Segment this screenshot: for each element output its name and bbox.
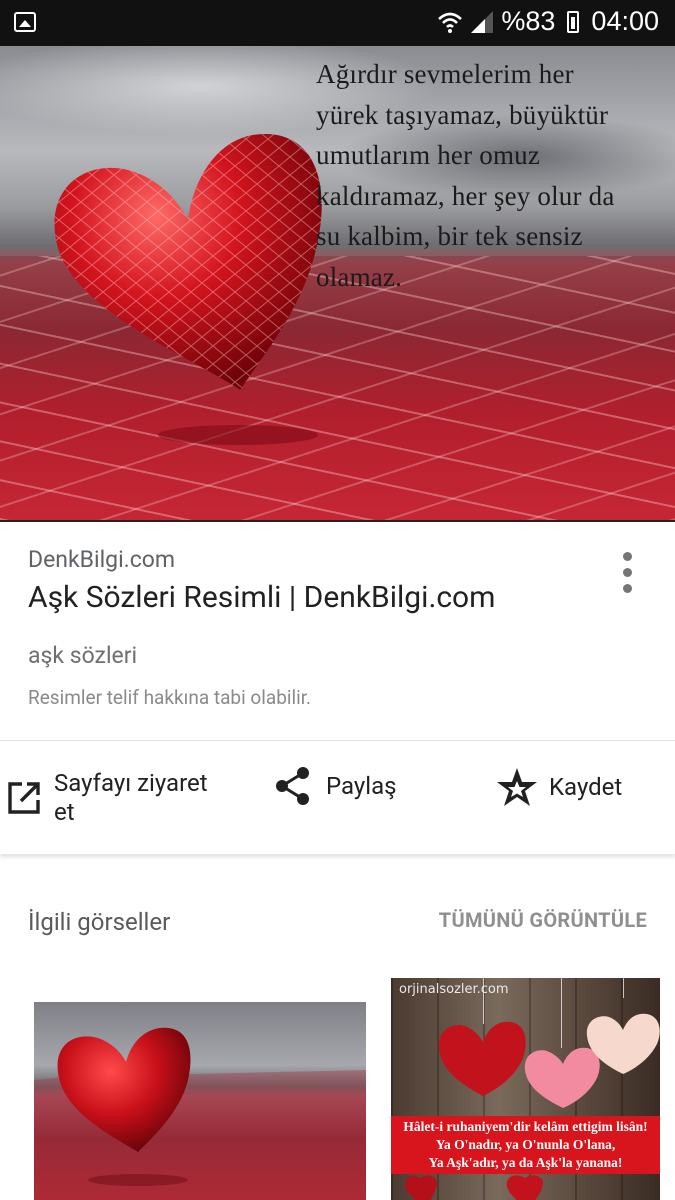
red-heart-image xyxy=(54,133,322,445)
source-site[interactable]: DenkBilgi.com xyxy=(28,546,175,573)
view-all-link[interactable]: TÜMÜNÜ GÖRÜNTÜLE xyxy=(439,908,647,932)
related-images-section: İlgili görseller TÜMÜNÜ GÖRÜNTÜLE orjina… xyxy=(0,866,675,1200)
related-images-title: İlgili görseller xyxy=(28,908,171,936)
status-right: %83 04:00 xyxy=(437,6,659,37)
save-button[interactable]: Kaydet xyxy=(495,766,622,808)
thumb2-caption: Hâlet-i ruhaniyem'dir kelâm ettigim lisâ… xyxy=(391,1116,660,1174)
preview-image[interactable]: Ağırdır sevmelerim her yürek taşıyamaz, … xyxy=(0,46,675,520)
share-label: Paylaş xyxy=(326,772,397,800)
visit-label-line2: et xyxy=(54,798,75,826)
result-description: aşk sözleri xyxy=(28,642,138,669)
wifi-icon xyxy=(438,12,463,33)
related-image-1[interactable] xyxy=(34,1002,366,1200)
signal-icon xyxy=(471,10,494,33)
red-heart-thumbnail xyxy=(34,1027,366,1200)
battery-percent: %83 xyxy=(501,6,556,36)
status-bar: %83 04:00 xyxy=(0,0,675,46)
result-title[interactable]: Aşk Sözleri Resimli | DenkBilgi.com xyxy=(28,580,495,615)
visit-page-button[interactable]: Sayfayı ziyaret et xyxy=(6,769,208,827)
result-info: DenkBilgi.com Aşk Sözleri Resimli | Denk… xyxy=(0,520,675,740)
visit-label-line1: Sayfayı ziyaret xyxy=(54,769,208,797)
share-button[interactable]: Paylaş xyxy=(274,766,397,806)
save-label: Kaydet xyxy=(549,773,623,801)
screen: %83 04:00 Ağırdır sevmelerim her yürek t… xyxy=(0,0,675,1200)
gallery-icon xyxy=(14,12,36,32)
open-in-new-icon xyxy=(8,782,40,814)
clock: 04:00 xyxy=(591,6,659,36)
quote-text: Ağırdır sevmelerim her yürek taşıyamaz, … xyxy=(316,59,615,292)
battery-icon xyxy=(567,10,580,33)
related-image-2[interactable]: orjinalsozler.com Hâlet-i ruhaniyem'dir … xyxy=(391,978,660,1200)
star-save-icon xyxy=(497,768,537,806)
more-vert-icon[interactable] xyxy=(614,552,642,596)
action-bar: Sayfayı ziyaret et Paylaş Kaydet xyxy=(0,740,675,854)
share-icon xyxy=(276,767,309,805)
copyright-note: Resimler telif hakkına tabi olabilir. xyxy=(28,686,312,709)
